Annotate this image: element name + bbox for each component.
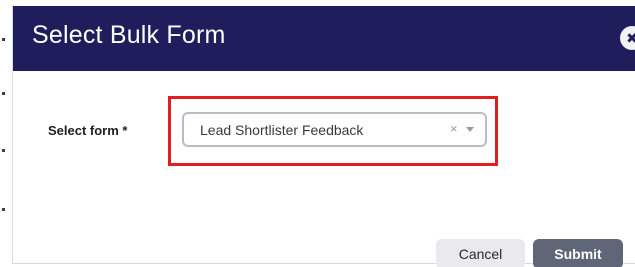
backdrop-mark: [2, 208, 5, 211]
backdrop-mark: [2, 38, 5, 41]
screen: Select Bulk Form ✖ Select form * Lead Sh…: [0, 0, 635, 267]
backdrop-mark: [2, 92, 5, 95]
select-form-label: Select form *: [48, 123, 128, 138]
page-backdrop: [0, 0, 10, 267]
selected-form-value: Lead Shortlister Feedback: [200, 122, 364, 138]
close-icon[interactable]: ✖: [620, 26, 635, 50]
dialog-header: Select Bulk Form ✖: [13, 6, 635, 71]
clear-icon[interactable]: ×: [450, 121, 458, 136]
backdrop-mark: [2, 149, 5, 152]
form-select-dropdown[interactable]: Lead Shortlister Feedback ×: [182, 112, 487, 147]
select-bulk-form-dialog: Select Bulk Form ✖ Select form * Lead Sh…: [12, 6, 635, 267]
submit-button[interactable]: Submit: [533, 239, 623, 267]
cancel-button[interactable]: Cancel: [436, 239, 525, 267]
chevron-down-icon[interactable]: [466, 127, 474, 132]
dialog-title: Select Bulk Form: [32, 21, 226, 49]
